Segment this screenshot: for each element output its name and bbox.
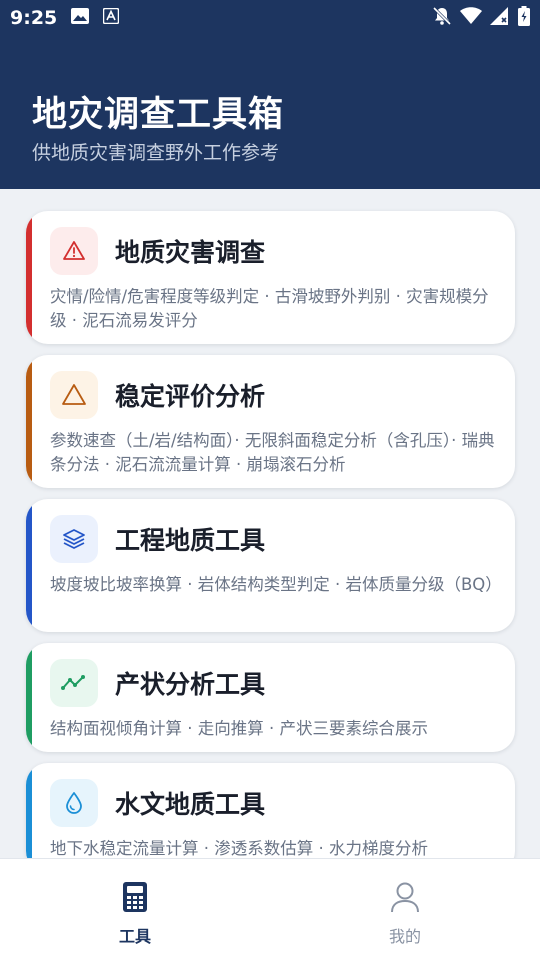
wifi-icon (460, 6, 482, 30)
card-title: 产状分析工具 (115, 670, 266, 699)
status-bar: 9:25 (0, 0, 540, 36)
nav-tools-label: 工具 (118, 927, 151, 946)
card-accent-bar (26, 211, 32, 344)
bottom-navigation: 工具 我的 (0, 858, 540, 960)
card-description: 结构面视倾角计算 · 走向推算 · 产状三要素综合展示 (50, 719, 428, 738)
calculator-icon (122, 881, 148, 917)
tool-category-list: 地质灾害调查 灾情/险情/危害程度等级判定 · 古滑坡野外判别 · 灾害规模分级… (26, 211, 515, 873)
card-attitude-analysis[interactable]: 产状分析工具 结构面视倾角计算 · 走向推算 · 产状三要素综合展示 (26, 643, 515, 752)
card-title: 水文地质工具 (115, 790, 266, 819)
triangle-outline-icon (50, 371, 98, 419)
card-accent-bar (26, 499, 32, 632)
image-notification-icon (71, 7, 90, 29)
warning-triangle-icon (50, 227, 98, 275)
nav-tools-tab[interactable]: 工具 (0, 859, 270, 960)
card-title: 地质灾害调查 (115, 238, 266, 267)
card-description: 灾情/险情/危害程度等级判定 · 古滑坡野外判别 · 灾害规模分级 · 泥石流易… (50, 287, 489, 330)
status-time: 9:25 (10, 7, 58, 29)
card-title: 工程地质工具 (115, 526, 266, 555)
card-accent-bar (26, 355, 32, 488)
app-header: 9:25 地灾调查工具箱 供地质灾害调查野外工作参考 (0, 0, 540, 189)
card-title: 稳定评价分析 (115, 382, 266, 411)
page-title: 地灾调查工具箱 (32, 95, 285, 135)
text-notification-icon (103, 7, 120, 29)
nav-profile-label: 我的 (388, 927, 421, 946)
card-description: 参数速查（土/岩/结构面）· 无限斜面稳定分析（含孔压）· 瑞典条分法 · 泥石… (50, 431, 495, 474)
card-description: 坡度坡比坡率换算 · 岩体结构类型判定 · 岩体质量分级（BQ） (50, 575, 502, 594)
nav-profile-tab[interactable]: 我的 (270, 859, 540, 960)
card-geohazard-survey[interactable]: 地质灾害调查 灾情/险情/危害程度等级判定 · 古滑坡野外判别 · 灾害规模分级… (26, 211, 515, 344)
page-subtitle: 供地质灾害调查野外工作参考 (32, 142, 280, 164)
card-hydrogeology[interactable]: 水文地质工具 地下水稳定流量计算 · 渗透系数估算 · 水力梯度分析 (26, 763, 515, 873)
card-engineering-geology[interactable]: 工程地质工具 坡度坡比坡率换算 · 岩体结构类型判定 · 岩体质量分级（BQ） (26, 499, 515, 632)
card-stability-analysis[interactable]: 稳定评价分析 参数速查（土/岩/结构面）· 无限斜面稳定分析（含孔压）· 瑞典条… (26, 355, 515, 488)
cellular-signal-icon (490, 6, 510, 30)
battery-icon (518, 5, 530, 31)
layers-icon (50, 515, 98, 563)
card-accent-bar (26, 643, 32, 752)
person-icon (389, 881, 421, 917)
mute-bell-icon (432, 6, 452, 31)
trend-line-icon (50, 659, 98, 707)
water-drop-icon (50, 779, 98, 827)
card-accent-bar (26, 763, 32, 873)
